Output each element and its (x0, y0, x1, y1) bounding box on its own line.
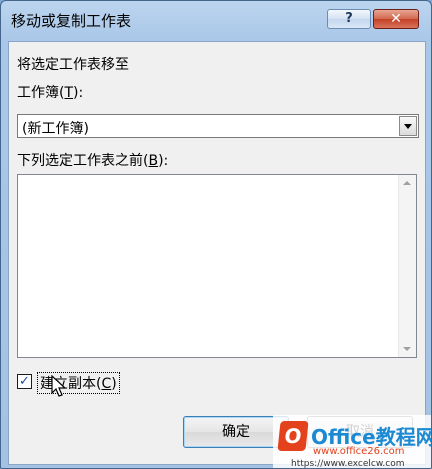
before-sheet-list[interactable] (17, 174, 417, 358)
list-scrollbar[interactable] (398, 175, 416, 357)
site-watermark: O Office教程网 www.office26.com https://www… (273, 415, 431, 469)
dialog-body: 将选定工作表移至 工作簿(T): (新工作簿) 下列选定工作表之前(B): ✓ … (8, 41, 426, 465)
create-copy-label[interactable]: 建立副本(C) (37, 372, 120, 394)
move-copy-sheet-dialog: 移动或复制工作表 ? ✕ 将选定工作表移至 工作簿(T): (新工作簿) 下列选… (0, 0, 432, 469)
watermark-url: https://www.excelcw.com (291, 459, 405, 469)
scroll-down-icon[interactable] (403, 347, 411, 351)
create-copy-checkbox[interactable]: ✓ (17, 374, 32, 389)
workbook-select[interactable]: (新工作簿) (17, 114, 419, 138)
close-button[interactable]: ✕ (373, 9, 419, 29)
workbook-select-value: (新工作簿) (22, 121, 89, 137)
titlebar: 移动或复制工作表 ? ✕ (1, 1, 431, 41)
move-to-label: 将选定工作表移至 (17, 57, 129, 73)
help-button[interactable]: ? (327, 9, 371, 29)
watermark-subtitle: www.office26.com (313, 446, 405, 457)
before-sheet-label: 下列选定工作表之前(B): (17, 153, 169, 169)
workbook-label: 工作簿(T): (17, 85, 84, 101)
mouse-cursor-icon (51, 375, 67, 397)
scroll-up-icon[interactable] (403, 181, 411, 185)
window-title: 移动或复制工作表 (11, 12, 132, 30)
office-logo-icon: O (277, 421, 309, 451)
dropdown-arrow-icon[interactable] (399, 116, 417, 136)
